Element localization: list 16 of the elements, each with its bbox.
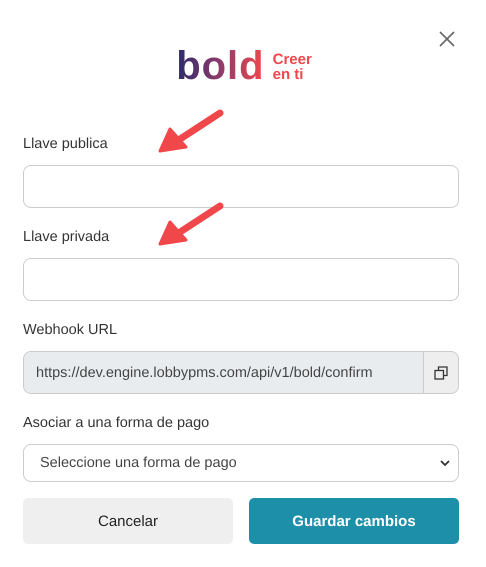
field-label: Asociar a una forma de pago [23,414,210,433]
url-field[interactable]: https://dev.engine.lobbypms.com/api/v1/bold/confirm [23,351,423,394]
cancel-button[interactable]: Cancelar [23,498,233,544]
field-label: Llave publica [23,135,108,154]
logo-tagline: en ti [272,67,304,82]
select-field[interactable]: Seleccione una forma de pago [23,444,459,482]
text-field[interactable] [23,258,459,301]
chevron-icon [440,460,450,466]
close-icon[interactable] [439,31,455,47]
copy-button[interactable] [423,351,459,394]
logo-tagline: Creer [272,52,312,67]
text-field[interactable] [23,165,459,208]
field-label: Llave privada [23,228,110,247]
copy-icon [434,366,448,380]
save-button[interactable]: Guardar cambios [249,498,459,544]
field-label: Webhook URL [23,321,118,340]
